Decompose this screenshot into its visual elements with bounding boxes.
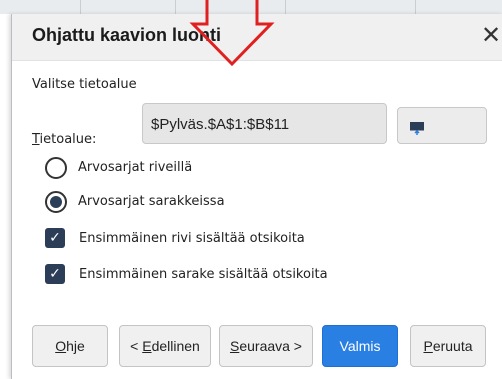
radio-button-columns[interactable] [45,191,67,213]
shrink-dialog-button[interactable] [397,107,487,144]
red-arrow-annotation [189,0,275,67]
next-mnemonic: S [229,338,240,354]
chart-wizard-dialog: Ohjattu kaavion luonti ✕ Valitse tietoal… [11,0,502,379]
next-button[interactable]: Seuraava > [219,325,313,367]
background-cell [0,0,81,14]
help-mnemonic: O [55,338,67,354]
shrink-dialog-icon [410,122,424,135]
help-label: hje [66,338,85,354]
data-range-input[interactable]: $Pylväs.$A$1:$B$11 [142,103,387,144]
next-label: euraava > [239,338,302,354]
background-cell [80,0,176,14]
radio-rows-label: Arvosarjat riveillä [78,160,193,175]
cancel-label: eruuta [432,338,473,354]
back-button[interactable]: < Edellinen [119,325,211,367]
cancel-button[interactable]: Peruuta [410,325,486,367]
back-mnemonic: E [142,338,152,354]
radio-button-rows[interactable] [45,157,67,179]
cancel-mnemonic: P [423,338,433,354]
close-icon[interactable]: ✕ [478,20,502,50]
background-cell [285,0,416,14]
checkbox-first-row[interactable]: ✓ [45,228,65,248]
finish-button[interactable]: Valmis [322,325,398,367]
radio-columns-label: Arvosarjat sarakkeissa [78,194,225,209]
range-label-text: ietoalue: [39,132,97,147]
checkbox-first-col[interactable]: ✓ [45,264,65,284]
section-title: Valitse tietoalue [32,77,137,92]
data-range-label: Tietoalue: [32,132,96,147]
checkbox-first-row-label: Ensimmäinen rivi sisältää otsikoita [79,231,305,246]
back-label: dellinen [151,338,200,354]
checkbox-first-col-label: Ensimmäinen sarake sisältää otsikoita [79,267,328,282]
range-label-mnemonic: T [32,132,40,147]
back-prefix: < [130,338,143,354]
help-button[interactable]: Ohje [32,325,108,367]
